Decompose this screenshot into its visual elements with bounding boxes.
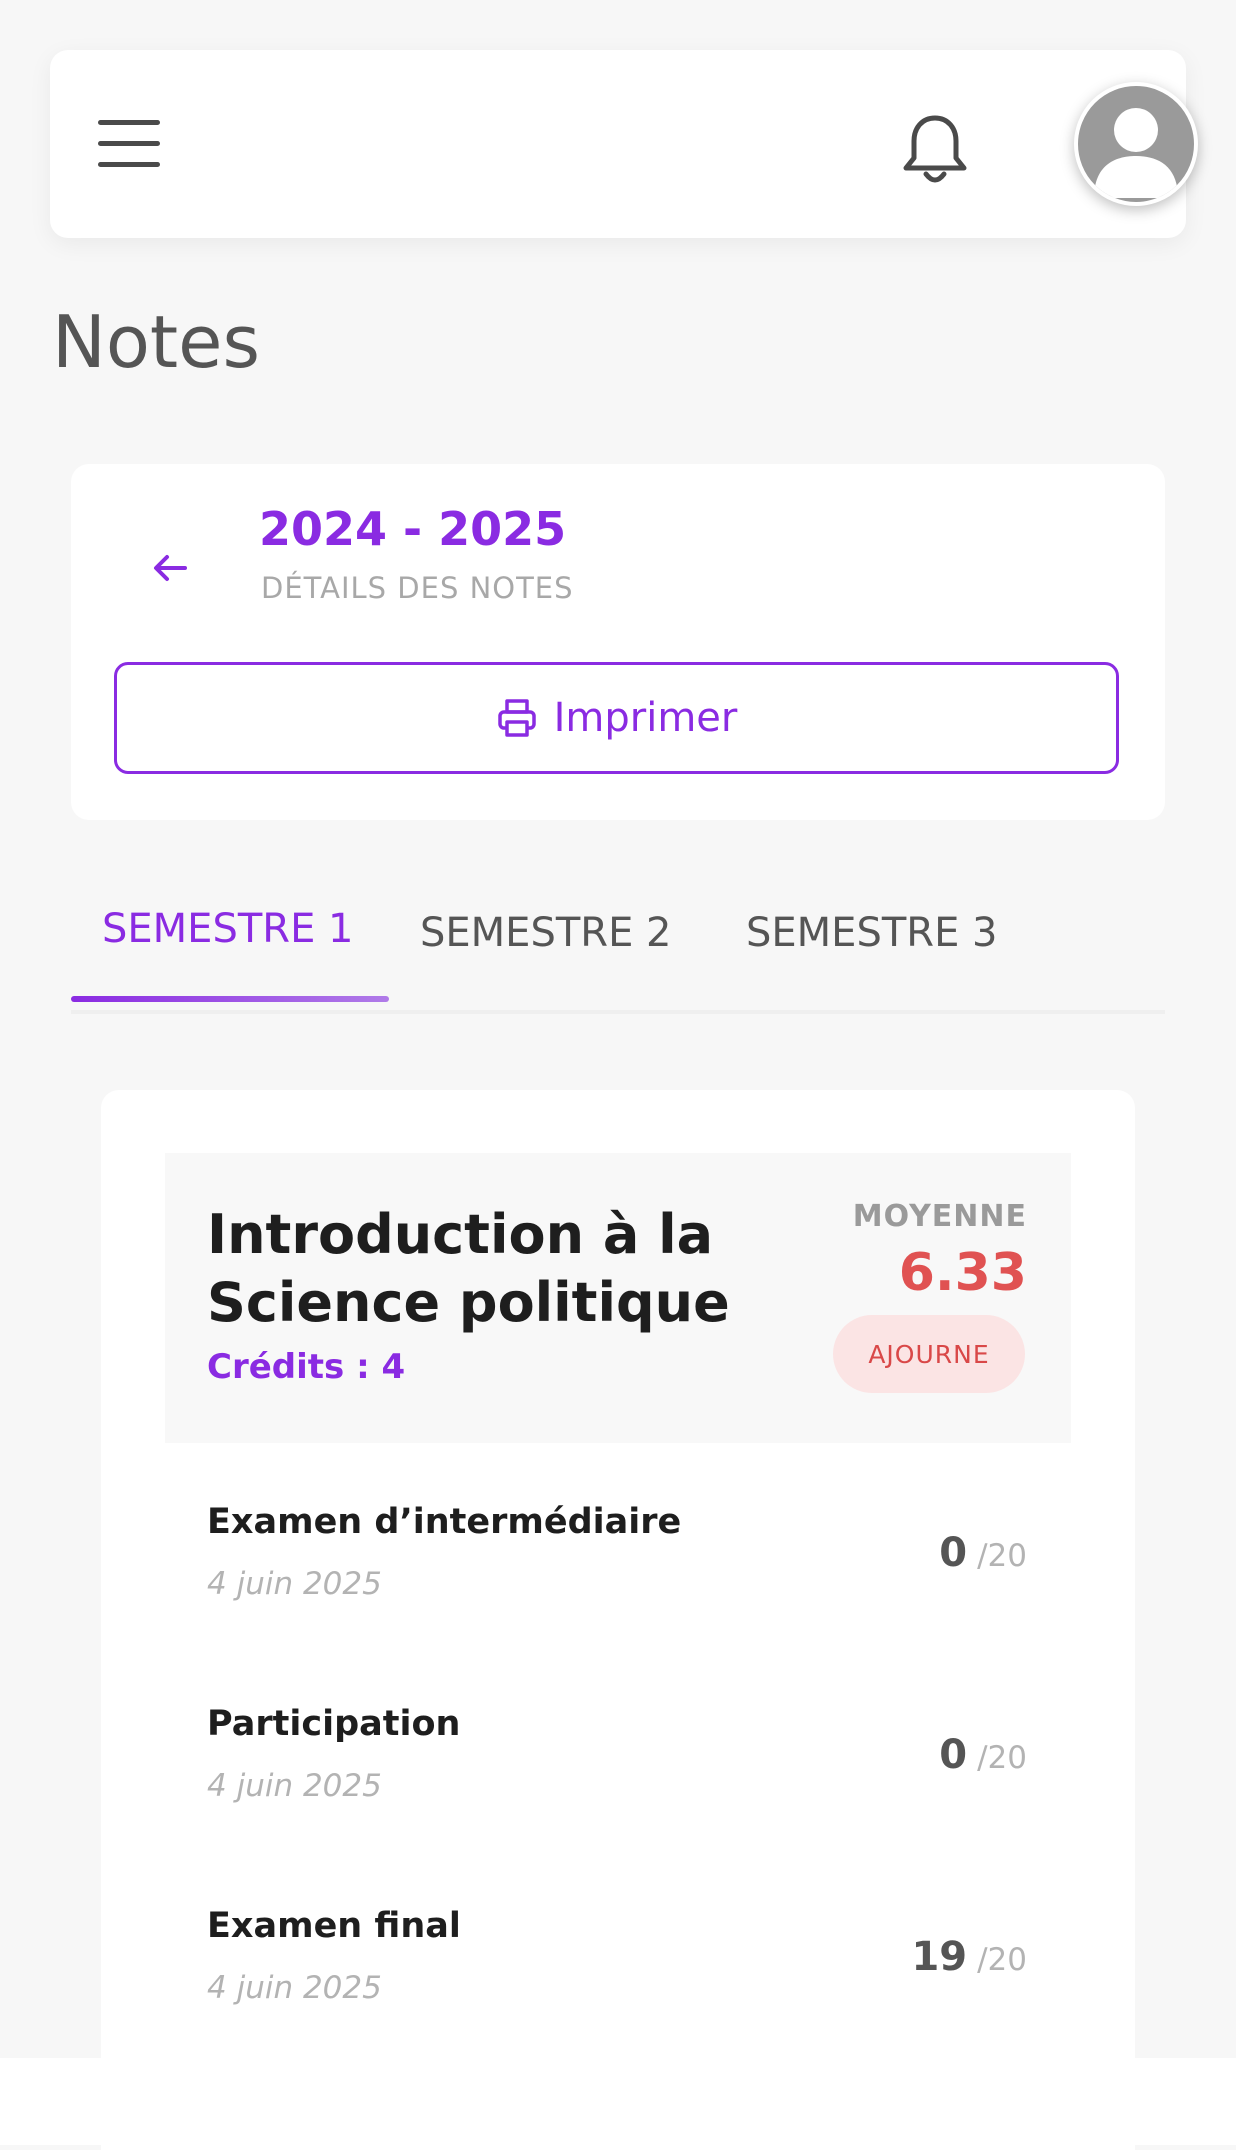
course-card: Introduction à la Science politique Créd… bbox=[101, 1090, 1135, 2150]
arrow-left-icon[interactable] bbox=[145, 548, 195, 588]
grade-name: Examen final bbox=[207, 1906, 461, 1946]
grade-score: 0/20 bbox=[939, 1732, 1027, 1778]
tab-semestre-2[interactable]: SEMESTRE 2 bbox=[420, 910, 672, 956]
semester-tabs: SEMESTRE 1 SEMESTRE 2 SEMESTRE 3 bbox=[71, 880, 1165, 1014]
tab-semestre-1[interactable]: SEMESTRE 1 bbox=[102, 906, 354, 952]
grade-max: /20 bbox=[977, 1538, 1027, 1574]
page-title: Notes bbox=[52, 300, 260, 384]
grade-max: /20 bbox=[977, 1942, 1027, 1978]
grade-date: 4 juin 2025 bbox=[207, 1566, 382, 1602]
grade-value: 0 bbox=[939, 1732, 968, 1778]
user-avatar-icon[interactable] bbox=[1074, 82, 1198, 206]
course-title-line-2: Science politique bbox=[207, 1271, 730, 1334]
print-button[interactable]: Imprimer bbox=[114, 662, 1119, 774]
course-header: Introduction à la Science politique Créd… bbox=[165, 1153, 1071, 1443]
course-title-line-1: Introduction à la bbox=[207, 1203, 714, 1266]
printer-icon bbox=[496, 697, 538, 739]
grade-row: Examen d’intermédiaire 4 juin 2025 0/20 bbox=[165, 1480, 1071, 1630]
active-tab-indicator bbox=[71, 996, 389, 1002]
grade-date: 4 juin 2025 bbox=[207, 1970, 382, 2006]
grade-score: 0/20 bbox=[939, 1530, 1027, 1576]
bottom-bar bbox=[0, 2058, 1236, 2145]
average-label: MOYENNE bbox=[852, 1199, 1027, 1234]
average-value: 6.33 bbox=[898, 1243, 1027, 1303]
top-app-bar bbox=[50, 50, 1198, 238]
grade-value: 19 bbox=[911, 1934, 968, 1980]
grade-name: Participation bbox=[207, 1704, 461, 1744]
grade-max: /20 bbox=[977, 1740, 1027, 1776]
grade-score: 19/20 bbox=[911, 1934, 1027, 1980]
status-badge: AJOURNE bbox=[833, 1315, 1025, 1393]
year-details-card: 2024 - 2025 DÉTAILS DES NOTES Imprimer bbox=[71, 464, 1165, 820]
academic-year-title: 2024 - 2025 bbox=[259, 502, 567, 556]
tab-semestre-3[interactable]: SEMESTRE 3 bbox=[746, 910, 998, 956]
course-title: Introduction à la Science politique bbox=[207, 1201, 767, 1337]
bell-icon[interactable] bbox=[900, 110, 970, 190]
grade-details-subtitle: DÉTAILS DES NOTES bbox=[261, 571, 574, 605]
hamburger-menu-icon[interactable] bbox=[98, 120, 160, 168]
grade-name: Examen d’intermédiaire bbox=[207, 1502, 682, 1542]
print-button-label: Imprimer bbox=[553, 695, 738, 741]
grade-value: 0 bbox=[939, 1530, 968, 1576]
course-credits: Crédits : 4 bbox=[207, 1347, 406, 1387]
grade-row: Examen final 4 juin 2025 19/20 bbox=[165, 1884, 1071, 2034]
grade-date: 4 juin 2025 bbox=[207, 1768, 382, 1804]
grade-row: Participation 4 juin 2025 0/20 bbox=[165, 1682, 1071, 1832]
